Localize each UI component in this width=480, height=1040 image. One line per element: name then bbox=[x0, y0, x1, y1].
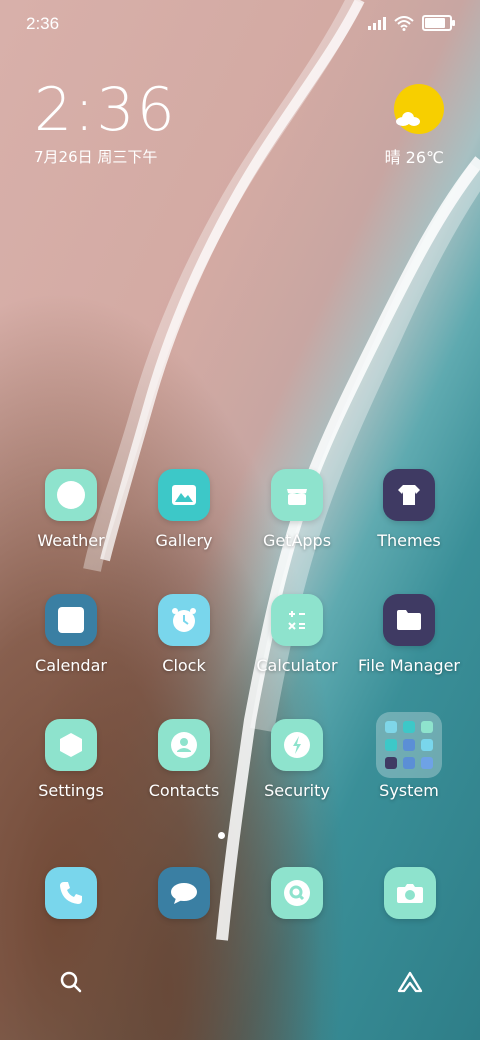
folder-icon bbox=[376, 712, 442, 778]
app-label: System bbox=[379, 781, 439, 800]
security-icon bbox=[271, 719, 323, 771]
settings-icon bbox=[45, 719, 97, 771]
contacts-icon bbox=[158, 719, 210, 771]
app-label: Gallery bbox=[155, 531, 213, 550]
getapps-icon bbox=[271, 469, 323, 521]
battery-icon bbox=[422, 15, 455, 31]
app-label: Settings bbox=[38, 781, 104, 800]
app-security[interactable]: Security bbox=[242, 719, 352, 800]
app-label: File Manager bbox=[358, 656, 460, 675]
wifi-icon bbox=[394, 15, 414, 31]
search-icon[interactable] bbox=[49, 960, 93, 1004]
clock-time: 2:36 bbox=[34, 75, 177, 145]
themes-icon bbox=[383, 469, 435, 521]
cloud-icon bbox=[396, 112, 420, 126]
app-label: Themes bbox=[377, 531, 441, 550]
status-bar: 2:36 bbox=[0, 0, 480, 50]
app-settings[interactable]: Settings bbox=[16, 719, 126, 800]
page-indicator[interactable] bbox=[218, 832, 225, 839]
app-contacts[interactable]: Contacts bbox=[129, 719, 239, 800]
messages-icon[interactable] bbox=[158, 867, 210, 919]
phone-icon[interactable] bbox=[45, 867, 97, 919]
app-clock[interactable]: Clock bbox=[129, 594, 239, 675]
weather-text: 晴 26℃ bbox=[384, 148, 444, 167]
weather-icon bbox=[45, 469, 97, 521]
browser-icon[interactable] bbox=[271, 867, 323, 919]
clock-icon bbox=[158, 594, 210, 646]
file-manager-icon bbox=[383, 594, 435, 646]
app-calculator[interactable]: Calculator bbox=[242, 594, 352, 675]
app-vault-icon[interactable] bbox=[388, 960, 432, 1004]
signal-icon bbox=[368, 16, 386, 30]
app-label: GetApps bbox=[262, 531, 332, 550]
app-label: Weather bbox=[37, 531, 105, 550]
app-themes[interactable]: Themes bbox=[354, 469, 464, 550]
clock-date: 7月26日 周三下午 bbox=[34, 148, 158, 166]
folder-system[interactable]: System bbox=[354, 712, 464, 800]
clock-widget[interactable]: 2:36 7月26日 周三下午 bbox=[34, 80, 177, 167]
app-getapps[interactable]: GetApps bbox=[242, 469, 352, 550]
status-time: 2:36 bbox=[26, 14, 60, 33]
app-weather[interactable]: Weather bbox=[16, 469, 126, 550]
app-calendar[interactable]: Calendar bbox=[16, 594, 126, 675]
camera-icon[interactable] bbox=[384, 867, 436, 919]
app-label: Clock bbox=[162, 656, 206, 675]
app-file-manager[interactable]: File Manager bbox=[354, 594, 464, 675]
status-icons bbox=[368, 15, 455, 31]
calculator-icon bbox=[271, 594, 323, 646]
app-label: Calendar bbox=[35, 656, 107, 675]
app-label: Calculator bbox=[256, 656, 338, 675]
app-label: Contacts bbox=[148, 781, 220, 800]
app-gallery[interactable]: Gallery bbox=[129, 469, 239, 550]
app-label: Security bbox=[264, 781, 330, 800]
calendar-icon bbox=[45, 594, 97, 646]
gallery-icon bbox=[158, 469, 210, 521]
sun-icon bbox=[394, 84, 444, 134]
